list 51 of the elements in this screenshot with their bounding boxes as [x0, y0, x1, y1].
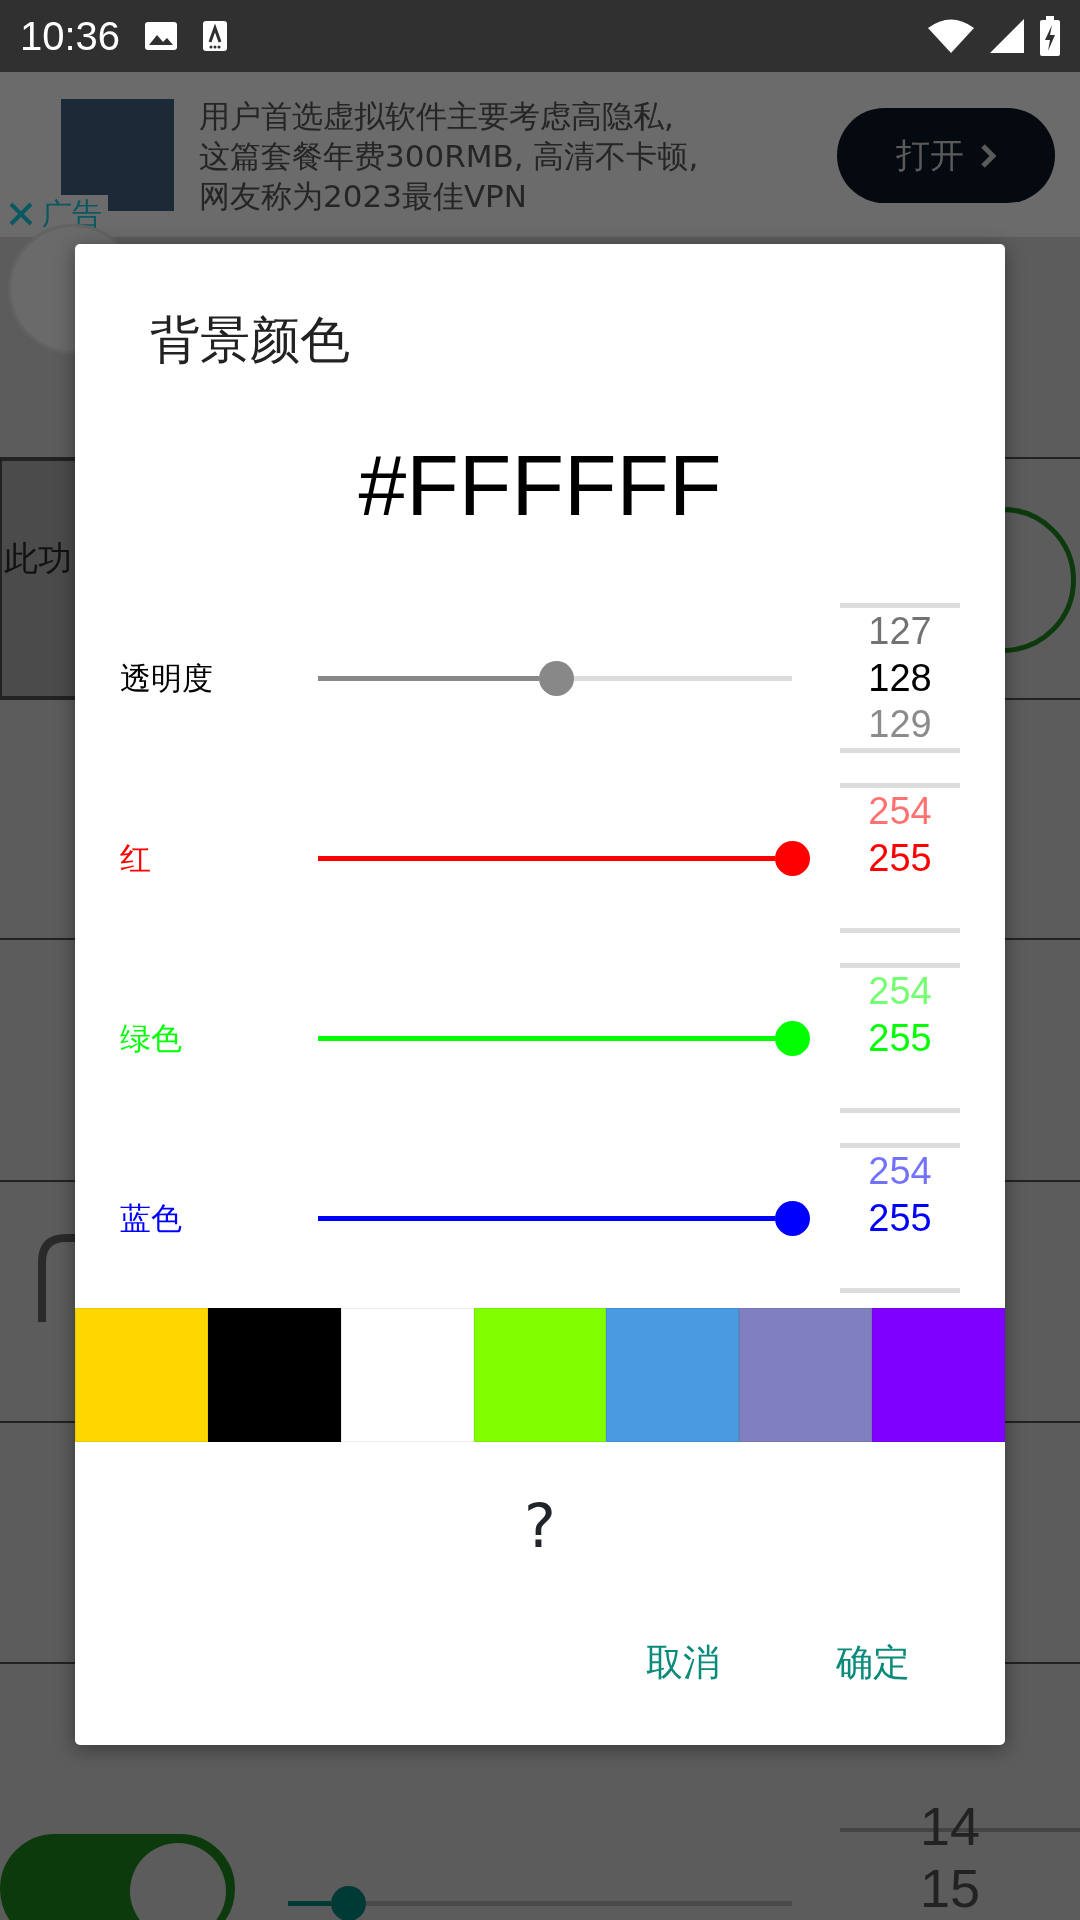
signal-icon — [990, 19, 1024, 53]
number-picker[interactable]: 127 128 129 — [840, 603, 960, 753]
color-swatch[interactable] — [872, 1308, 1005, 1442]
hex-value: #FFFFFF — [357, 436, 723, 535]
number-picker-value: 15 — [920, 1858, 981, 1918]
picker-value: 254 — [867, 1149, 933, 1194]
ad-text-line: 网友称为2023最佳VPN — [199, 177, 528, 216]
slider-thumb[interactable] — [775, 1200, 810, 1236]
color-swatch[interactable] — [739, 1308, 873, 1442]
color-swatch[interactable] — [340, 1308, 474, 1442]
close-icon[interactable] — [8, 200, 34, 227]
slider-thumb[interactable] — [331, 1886, 367, 1920]
chevron-right-icon — [980, 142, 996, 169]
status-time: 10:36 — [20, 13, 121, 60]
wifi-icon — [928, 19, 974, 53]
slider[interactable] — [288, 1886, 792, 1920]
slider-thumb[interactable] — [775, 1020, 810, 1056]
slider-thumb[interactable] — [538, 660, 574, 696]
color-swatch[interactable] — [473, 1308, 607, 1442]
opacity-label: 透明度 — [120, 658, 214, 698]
channel-label: 蓝色 — [120, 1198, 183, 1238]
picker-value: 254 — [867, 789, 933, 834]
side-text: 此功 — [4, 537, 72, 580]
number-picker-value: 14 — [920, 1796, 981, 1856]
slider-thumb[interactable] — [775, 840, 810, 876]
ad-label: 广告 — [42, 195, 102, 232]
open-button[interactable]: 打开 — [837, 108, 1055, 203]
notification-icon — [202, 20, 229, 52]
picker-value: 255 — [867, 1195, 933, 1241]
preview-text: ? — [523, 1490, 557, 1562]
confirm-button[interactable]: 确定 — [778, 1625, 968, 1701]
picker-value: 255 — [867, 835, 933, 881]
color-swatch[interactable] — [606, 1308, 740, 1442]
dialog-title: 背景颜色 — [150, 310, 351, 370]
image-icon — [144, 21, 179, 51]
picker-value: 128 — [867, 655, 933, 701]
picker-value: 255 — [867, 1015, 933, 1061]
ad-text-line: 用户首选虚拟软件主要考虑高隐私, — [199, 97, 675, 136]
cancel-button[interactable]: 取消 — [588, 1625, 778, 1701]
switch-toggle[interactable] — [0, 1834, 235, 1920]
ad-text-line: 这篇套餐年费300RMB, 高清不卡顿, — [199, 137, 699, 176]
number-picker[interactable]: 254 255 — [840, 783, 960, 933]
color-swatch[interactable] — [75, 1308, 208, 1442]
number-picker[interactable]: 254 255 — [840, 1143, 960, 1293]
picker-value: 129 — [867, 702, 933, 748]
color-swatch[interactable] — [207, 1308, 341, 1442]
picker-value: 127 — [867, 609, 933, 654]
channel-label: 红 — [120, 838, 152, 878]
picker-value: 254 — [867, 969, 933, 1014]
battery-icon — [1040, 16, 1060, 56]
channel-label: 绿色 — [120, 1018, 183, 1058]
